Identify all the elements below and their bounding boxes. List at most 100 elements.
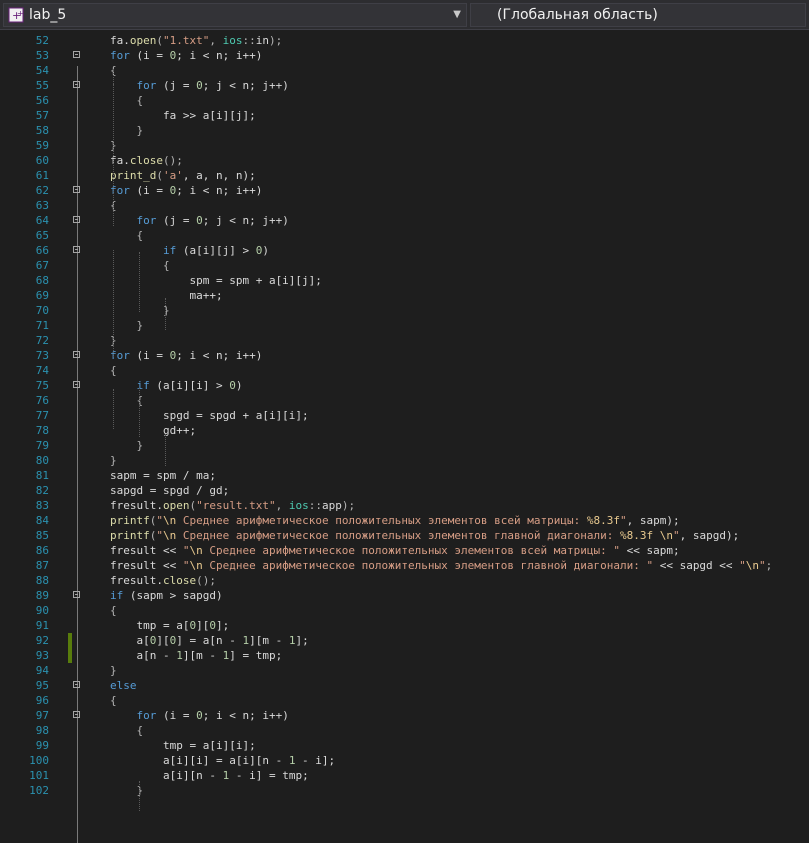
code-line[interactable]: 90 { [0, 603, 809, 618]
line-number: 71 [35, 319, 49, 332]
code-line[interactable]: 71 } [0, 318, 809, 333]
code-token: fresult << [110, 544, 183, 557]
code-line[interactable]: 57 fa >> a[i][j]; [0, 108, 809, 123]
code-line[interactable]: 58 } [0, 123, 809, 138]
code-token: (i = [129, 349, 170, 362]
code-line[interactable]: 74 { [0, 363, 809, 378]
code-line[interactable]: 62 for (i = 0; i < n; i++) [0, 183, 809, 198]
code-line[interactable]: 64 for (j = 0; j < n; j++) [0, 213, 809, 228]
code-line[interactable]: 96 { [0, 693, 809, 708]
code-token: ][ [196, 619, 210, 632]
code-line[interactable]: 101 a[i][n - 1 - i] = tmp; [0, 768, 809, 783]
code-line[interactable]: 94} [0, 663, 809, 678]
code-text: fresult.open("result.txt", ios::app); [110, 498, 355, 513]
line-number: 74 [35, 364, 49, 377]
collapse-icon[interactable] [73, 681, 80, 688]
collapse-icon[interactable] [73, 51, 80, 58]
collapse-icon[interactable] [73, 591, 80, 598]
code-line[interactable]: 97 for (i = 0; i < n; i++) [0, 708, 809, 723]
code-line[interactable]: 80} [0, 453, 809, 468]
collapse-icon[interactable] [73, 381, 80, 388]
code-text: ma++; [110, 288, 222, 303]
code-line[interactable]: 53 for (i = 0; i < n; i++) [0, 48, 809, 63]
indent-guide [139, 388, 140, 437]
code-token: for [110, 49, 130, 62]
indent-guide [165, 298, 166, 330]
collapse-icon[interactable] [73, 216, 80, 223]
code-line[interactable]: 81 sapm = spm / ma; [0, 468, 809, 483]
code-token: } [110, 664, 117, 677]
code-line[interactable]: 56 { [0, 93, 809, 108]
indent-guide [139, 781, 140, 811]
code-line[interactable]: 55 for (j = 0; j < n; j++) [0, 78, 809, 93]
code-text: fresult << "\n Среднее арифметическое по… [110, 543, 680, 558]
line-number: 95 [35, 679, 49, 692]
code-text: for (j = 0; j < n; j++) [110, 78, 289, 93]
line-number: 100 [29, 754, 49, 767]
collapse-icon[interactable] [73, 711, 80, 718]
code-line[interactable]: 54{ [0, 63, 809, 78]
code-line[interactable]: 67 { [0, 258, 809, 273]
line-number: 68 [35, 274, 49, 287]
code-line[interactable]: 78 gd++; [0, 423, 809, 438]
code-line[interactable]: 95 else [0, 678, 809, 693]
code-line[interactable]: 102 } [0, 783, 809, 798]
code-line[interactable]: 69 ma++; [0, 288, 809, 303]
line-number: 99 [35, 739, 49, 752]
code-line[interactable]: 70 } [0, 303, 809, 318]
code-line[interactable]: 76 { [0, 393, 809, 408]
code-line[interactable]: 91 tmp = a[0][0]; [0, 618, 809, 633]
code-token: - i] = tmp; [229, 769, 309, 782]
code-line[interactable]: 83 fresult.open("result.txt", ios::app); [0, 498, 809, 513]
code-line[interactable]: 89 if (sapm > sapgd) [0, 588, 809, 603]
code-line[interactable]: 84 printf("\n Среднее арифметическое поло… [0, 513, 809, 528]
collapse-icon[interactable] [73, 81, 80, 88]
code-line[interactable]: 99 tmp = a[i][i]; [0, 738, 809, 753]
code-line[interactable]: 66 if (a[i][j] > 0) [0, 243, 809, 258]
collapse-icon[interactable] [73, 351, 80, 358]
code-token: ; i < n; i++) [176, 49, 263, 62]
scope-dropdown[interactable]: (Глобальная область) [470, 3, 806, 27]
line-number: 54 [35, 64, 49, 77]
code-token: ; j < n; j++) [202, 79, 289, 92]
code-line[interactable]: 65 { [0, 228, 809, 243]
code-text: fresult.close(); [110, 573, 216, 588]
code-line[interactable]: 98 { [0, 723, 809, 738]
line-number: 69 [35, 289, 49, 302]
code-line[interactable]: 59} [0, 138, 809, 153]
line-number: 91 [35, 619, 49, 632]
code-line[interactable]: 92 a[0][0] = a[n - 1][m - 1]; [0, 633, 809, 648]
code-editor[interactable]: 52 fa.open("1.txt", ios::in); 53 for (i = 0… [0, 30, 809, 843]
code-line[interactable]: 61 print_d('a', a, n, n); [0, 168, 809, 183]
code-line[interactable]: 75 if (a[i][i] > 0) [0, 378, 809, 393]
line-number: 64 [35, 214, 49, 227]
code-line[interactable]: 82 sapgd = spgd / gd; [0, 483, 809, 498]
code-line[interactable]: 93 a[n - 1][m - 1] = tmp; [0, 648, 809, 663]
code-line[interactable]: 72} [0, 333, 809, 348]
code-line[interactable]: 100 a[i][i] = a[i][n - 1 - i]; [0, 753, 809, 768]
code-token: else [110, 679, 137, 692]
code-line[interactable]: 88 fresult.close(); [0, 573, 809, 588]
code-token: , sapgd); [679, 529, 740, 542]
code-line[interactable]: 73 for (i = 0; i < n; i++) [0, 348, 809, 363]
code-line[interactable]: 63{ [0, 198, 809, 213]
code-text: { [110, 693, 117, 708]
code-line[interactable]: 79 } [0, 438, 809, 453]
chevron-down-icon: ▼ [453, 9, 461, 20]
code-line[interactable]: 77 spgd = spgd + a[i][i]; [0, 408, 809, 423]
code-line[interactable]: 60 fa.close(); [0, 153, 809, 168]
line-number: 61 [35, 169, 49, 182]
collapse-icon[interactable] [73, 186, 80, 193]
code-line[interactable]: 87 fresult << "\n Среднее арифметическое … [0, 558, 809, 573]
code-text: { [110, 603, 117, 618]
line-number: 93 [35, 649, 49, 662]
project-dropdown[interactable]: + + lab_5 ▼ [3, 3, 467, 27]
line-number: 79 [35, 439, 49, 452]
code-token: 1 [176, 649, 183, 662]
collapse-icon[interactable] [73, 246, 80, 253]
code-line[interactable]: 52 fa.open("1.txt", ios::in); [0, 33, 809, 48]
code-line[interactable]: 86 fresult << "\n Среднее арифметическое … [0, 543, 809, 558]
code-line[interactable]: 85 printf("\n Среднее арифметическое поло… [0, 528, 809, 543]
code-line[interactable]: 68 spm = spm + a[i][j]; [0, 273, 809, 288]
